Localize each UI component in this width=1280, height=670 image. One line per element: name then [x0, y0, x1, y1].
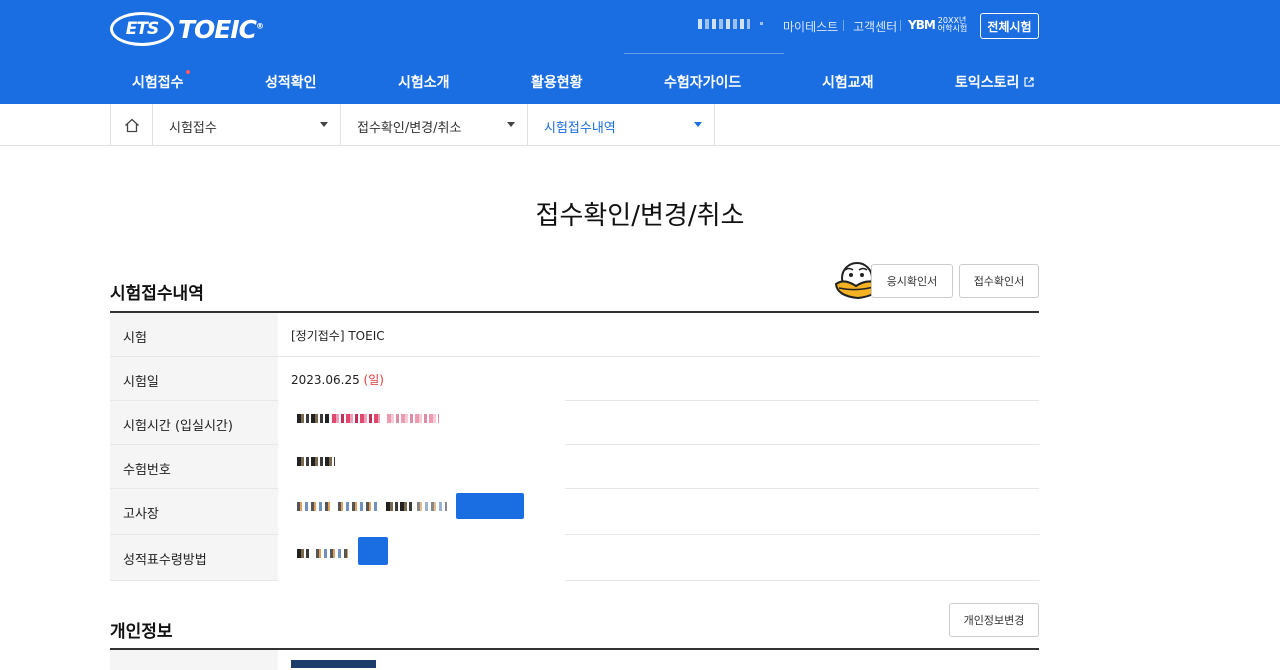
table-row: 시험시간 (입실시간): [110, 400, 1039, 445]
util-divider: [900, 20, 901, 31]
nav-item-usage[interactable]: 활용현황: [531, 72, 583, 92]
external-link-icon: [1024, 77, 1035, 87]
redacted-test-center: [417, 502, 447, 511]
row-label-exam-number: 수험번호: [110, 445, 278, 488]
nav-item-score[interactable]: 성적확인: [265, 72, 317, 92]
user-name-redacted: [698, 19, 750, 29]
profile-photo: [291, 660, 376, 668]
redacted-time: [297, 414, 329, 423]
exam-date: 2023.06.25: [291, 373, 360, 387]
user-dot: [760, 22, 763, 25]
new-indicator-dot: [185, 70, 190, 74]
ets-toeic-logo[interactable]: ETS TOEIC®: [110, 10, 264, 48]
page-title: 접수확인/변경/취소: [535, 201, 745, 231]
registration-section-title: 시험접수내역: [110, 284, 204, 304]
exam-day-of-week: (일): [363, 373, 384, 387]
caret-down-icon: [694, 122, 702, 127]
nav-item-label: 토익스토리: [955, 75, 1020, 91]
redacted-test-center: [297, 502, 333, 511]
home-button[interactable]: [110, 104, 153, 146]
table-row: 시험일 2023.06.25 (일): [110, 357, 1039, 401]
redacted-time: [332, 414, 380, 423]
util-divider: [843, 20, 844, 31]
redacted-test-center: [386, 502, 412, 511]
table-row: 수험번호: [110, 444, 1039, 489]
nav-item-about[interactable]: 시험소개: [398, 72, 450, 92]
row-label-test-center: 고사장: [110, 489, 278, 534]
registration-info-table: 시험 [정기접수] TOEIC 시험일 2023.06.25 (일) 시험시간 …: [110, 311, 1039, 581]
ybm-subtext-line2: 어학시험: [937, 24, 968, 33]
exam-confirmation-button[interactable]: 응시확인서: [871, 264, 953, 298]
breadcrumb-level3[interactable]: 시험접수내역: [528, 104, 715, 146]
nav-item-books[interactable]: 시험교재: [822, 72, 874, 92]
breadcrumb-level1[interactable]: 시험접수: [153, 104, 341, 146]
main-nav: 시험접수 성적확인 시험소개 활용현황 수험자가이드 시험교재 토익스토리: [0, 58, 1280, 104]
breadcrumb-label: 접수확인/변경/취소: [357, 121, 462, 136]
ybm-logo[interactable]: YBM 20XX년 어학시험: [908, 17, 967, 33]
util-link-customer-center[interactable]: 고객센터: [853, 18, 897, 35]
redacted-entry-time: [387, 414, 439, 423]
table-row: 시험 [정기접수] TOEIC: [110, 313, 1039, 357]
row-label-exam-date: 시험일: [110, 357, 278, 400]
table-row: 성적표수령방법: [110, 534, 1039, 581]
table-row: 고사장: [110, 488, 1039, 535]
toeic-logo-word: TOEIC: [178, 14, 257, 44]
ybm-mark: YBM: [908, 18, 936, 32]
row-label-photo: [110, 650, 278, 670]
user-menu[interactable]: [624, 0, 784, 54]
caret-down-icon: [320, 122, 328, 127]
row-label-exam-time: 시험시간 (입실시간): [110, 401, 278, 444]
ybm-subtext: 20XX년 어학시험: [938, 17, 967, 33]
table-row: [110, 650, 1039, 670]
home-icon: [124, 118, 139, 132]
row-value-exam-date: 2023.06.25 (일): [291, 371, 384, 388]
top-header: ETS TOEIC® 마이테스트 고객센터 YBM 20XX년 어학시험 전체시험: [0, 0, 1280, 58]
redacted-receipt-method: [297, 549, 311, 558]
ets-logo: ETS: [110, 12, 174, 46]
all-exams-button[interactable]: 전체시험: [980, 13, 1039, 39]
change-button-redacted[interactable]: [358, 537, 388, 565]
caret-down-icon: [507, 122, 515, 127]
toeic-logo-text: TOEIC®: [178, 14, 264, 44]
breadcrumb-label: 시험접수내역: [544, 121, 616, 136]
breadcrumb: 시험접수 접수확인/변경/취소 시험접수내역: [0, 104, 1280, 146]
row-value-exam: [정기접수] TOEIC: [291, 329, 385, 343]
breadcrumb-label: 시험접수: [169, 121, 217, 136]
registration-confirmation-button[interactable]: 접수확인서: [959, 264, 1039, 298]
redacted-exam-number: [297, 457, 335, 466]
edit-personal-info-button[interactable]: 개인정보변경: [949, 603, 1039, 637]
nav-item-registration[interactable]: 시험접수: [132, 70, 190, 92]
util-link-mytest[interactable]: 마이테스트: [783, 18, 838, 35]
nav-item-guide[interactable]: 수험자가이드: [664, 72, 741, 92]
row-label-exam: 시험: [110, 313, 278, 356]
personal-info-section-title: 개인정보: [110, 622, 173, 642]
redacted-test-center: [338, 502, 380, 511]
nav-item-label: 시험접수: [132, 75, 184, 91]
breadcrumb-level2[interactable]: 접수확인/변경/취소: [341, 104, 528, 146]
registered-mark: ®: [256, 21, 264, 31]
redaction-patch: [278, 444, 565, 489]
redacted-receipt-method: [316, 549, 348, 558]
nav-item-story[interactable]: 토익스토리: [955, 72, 1035, 92]
personal-info-table: [110, 648, 1039, 670]
map-button-redacted[interactable]: [456, 493, 524, 519]
row-label-score-receipt: 성적표수령방법: [110, 535, 278, 580]
